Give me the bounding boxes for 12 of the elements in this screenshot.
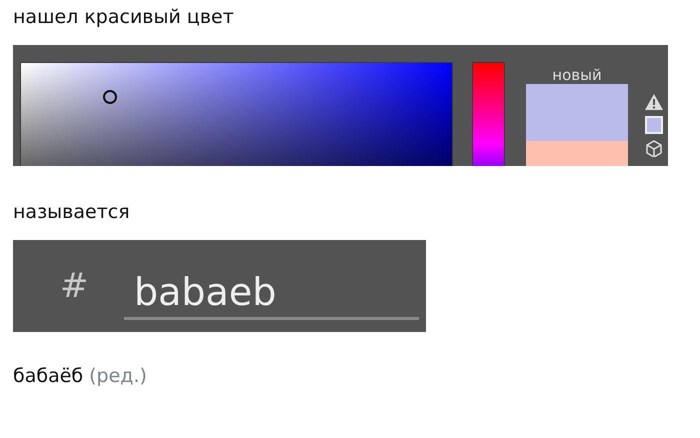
web-safe-swatch-icon[interactable] bbox=[645, 116, 663, 134]
picker-handle[interactable] bbox=[103, 90, 117, 104]
caption-text: бабаёб bbox=[13, 364, 84, 388]
cube-icon[interactable] bbox=[645, 139, 663, 157]
post-text: нашел красивый цвет bbox=[13, 5, 235, 29]
hash-label: # bbox=[60, 266, 90, 306]
warning-icon[interactable] bbox=[644, 93, 664, 111]
new-color-label: новый bbox=[552, 66, 602, 84]
hex-input-field[interactable]: babaeb bbox=[124, 268, 419, 320]
edited-label: (ред.) bbox=[89, 364, 147, 388]
post-text: называется bbox=[13, 200, 131, 224]
saturation-field[interactable] bbox=[20, 62, 453, 166]
